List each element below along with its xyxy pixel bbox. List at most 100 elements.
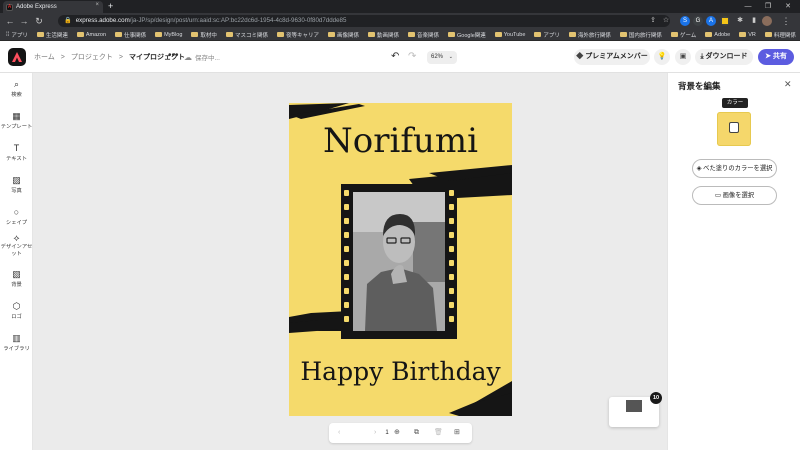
color-picker-icon — [729, 122, 739, 133]
bookmark-item[interactable]: 夜等キャリア — [276, 31, 319, 39]
folder-icon — [408, 32, 415, 37]
undo-icon[interactable]: ↶ — [391, 51, 399, 62]
bookmark-item[interactable]: 音楽関係 — [408, 31, 439, 39]
profile-avatar-icon[interactable] — [762, 16, 772, 26]
rail-background[interactable]: ▧ 背景 — [0, 269, 33, 288]
bookmark-item[interactable]: 国内旅行関係 — [619, 31, 662, 39]
diamond-icon: ◆ — [576, 53, 584, 60]
bookmark-item[interactable]: アプリ — [534, 31, 560, 39]
resize-icon[interactable]: ▣ — [675, 49, 691, 65]
film-frame[interactable] — [341, 184, 457, 339]
next-page-icon[interactable]: › — [374, 427, 376, 439]
send-icon: ➤ — [765, 53, 771, 60]
zoom-select[interactable]: 62% ⌄ — [427, 51, 457, 64]
select-fill-color-button[interactable]: ◈ べた塗りのカラーを選択 — [692, 159, 777, 178]
apps-grid-icon: ⁞⁞ — [6, 31, 10, 38]
redo-icon[interactable]: ↷ — [408, 51, 416, 62]
bookmark-item[interactable]: 動画関係 — [367, 31, 399, 39]
save-status-text: 保存中... — [195, 55, 220, 62]
add-page-icon[interactable]: ⊕ — [394, 427, 400, 439]
folder-icon — [155, 32, 163, 37]
poster-artboard[interactable]: Norifumi Happy Birthday — [289, 103, 512, 416]
poster-greeting-text[interactable]: Happy Birthday — [289, 357, 512, 386]
extension-s-icon[interactable]: S — [680, 16, 690, 26]
more-options-icon[interactable]: ••• — [168, 50, 179, 61]
bookmark-item[interactable]: MyBlog — [155, 32, 182, 38]
extension-a-icon[interactable]: A — [706, 16, 716, 26]
logo-icon: ⬡ — [12, 301, 21, 311]
sidepanel-icon[interactable]: ▮ — [748, 15, 760, 27]
background-icon: ▧ — [12, 269, 21, 279]
window-close-icon[interactable]: ✕ — [778, 0, 798, 13]
folder-icon — [225, 32, 233, 37]
bookmark-item[interactable]: 画像関係 — [327, 31, 359, 39]
bookmark-star-icon[interactable]: ☆ — [660, 15, 672, 27]
rail-logo[interactable]: ⬡ ロゴ — [0, 301, 33, 320]
cloud-sync-icon: ☁ — [184, 52, 192, 62]
bookmark-item[interactable]: ⁞⁞ アプリ — [6, 31, 28, 39]
rail-library[interactable]: ▥ ライブラリ — [0, 333, 33, 352]
maximize-icon[interactable]: ❐ — [758, 0, 778, 13]
background-color-swatch[interactable] — [717, 112, 751, 146]
breadcrumb-separator: > — [118, 53, 123, 61]
page-controls: ‹ 1 › ⊕ ⧉ 🗑 ⊞ — [329, 423, 472, 443]
address-bar[interactable]: 🔒 express.adobe.com/ja-JP/sp/design/post/… — [58, 15, 670, 27]
bookmark-item[interactable]: Adobe — [705, 32, 730, 38]
prev-page-icon[interactable]: ‹ — [338, 427, 340, 439]
reload-icon[interactable]: ↻ — [33, 15, 45, 27]
bookmark-item[interactable]: Google関連 — [448, 31, 486, 39]
folder-icon — [619, 32, 627, 37]
bookmark-item[interactable]: 海外旅行関係 — [568, 31, 611, 39]
browser-tab[interactable]: A Adobe Express × — [3, 1, 103, 13]
poster-name-text[interactable]: Norifumi — [289, 121, 512, 161]
bookmark-item[interactable]: ゲーム — [670, 31, 696, 39]
back-icon[interactable]: ← — [4, 15, 16, 27]
folder-icon — [367, 32, 375, 37]
bookmark-item[interactable]: 仕事関係 — [115, 31, 146, 39]
zoom-value: 62% — [431, 54, 444, 60]
bookmark-item[interactable]: 生活関連 — [36, 31, 68, 39]
rail-photos[interactable]: ▨ 写真 — [0, 175, 33, 194]
grid-view-icon[interactable]: ⊞ — [454, 427, 460, 439]
rail-text[interactable]: T テキスト — [0, 143, 33, 162]
extension-g-icon[interactable]: G — [693, 16, 703, 26]
download-button[interactable]: ⤓ ダウンロード — [695, 49, 753, 65]
close-icon[interactable]: ✕ — [784, 79, 792, 90]
shape-icon: ○ — [13, 207, 20, 217]
adobe-express-logo-icon[interactable] — [8, 48, 26, 66]
breadcrumb-home[interactable]: ホーム — [34, 52, 55, 62]
bookmark-item[interactable]: マスコミ関係 — [225, 31, 268, 39]
rail-templates[interactable]: ▦ テンプレート — [0, 111, 33, 130]
extensions-puzzle-icon[interactable]: ✱ — [734, 15, 746, 27]
chrome-menu-icon[interactable]: ⋮ — [780, 15, 792, 27]
bookmark-item[interactable]: 料理関係 — [764, 31, 796, 39]
minimize-icon[interactable]: — — [738, 0, 758, 13]
premium-member-button[interactable]: ◆ プレミアムメンバー — [574, 49, 650, 65]
breadcrumb-projects[interactable]: プロジェクト — [71, 52, 113, 62]
duplicate-page-icon[interactable]: ⧉ — [414, 427, 419, 439]
rail-search[interactable]: ⌕ 検索 — [0, 79, 33, 98]
bookmark-item[interactable]: 取材中 — [191, 31, 217, 39]
bookmark-item[interactable]: VR — [739, 32, 756, 38]
bookmark-item[interactable]: YouTube — [494, 32, 525, 38]
design-asset-icon: ⟡ — [13, 233, 20, 243]
select-image-button[interactable]: ▭ 画像を選択 — [692, 186, 777, 205]
photo-icon: ▨ — [12, 175, 21, 185]
share-button[interactable]: ➤ 共有 — [758, 49, 794, 65]
share-page-icon[interactable]: ⇪ — [647, 15, 659, 27]
folder-icon — [327, 32, 335, 37]
rail-shapes[interactable]: ○ シェイプ — [0, 207, 33, 226]
tab-close-icon[interactable]: × — [95, 2, 99, 8]
delete-page-icon[interactable]: 🗑 — [434, 427, 443, 439]
rail-design-assets[interactable]: ⟡ デザインアセット — [0, 233, 33, 258]
folder-icon — [448, 32, 456, 37]
portrait-photo[interactable] — [353, 192, 445, 331]
bookmark-item[interactable]: Amazon — [76, 32, 106, 38]
new-tab-button[interactable]: + — [108, 1, 113, 11]
lightbulb-icon[interactable]: 💡 — [654, 49, 670, 65]
extension-yellow-icon[interactable] — [720, 16, 730, 26]
breadcrumb: ホーム > プロジェクト > マイプロジェクト — [34, 52, 185, 62]
forward-icon[interactable]: → — [18, 15, 30, 27]
chevron-down-icon: ⌄ — [448, 54, 453, 60]
template-icon: ▦ — [12, 111, 21, 121]
